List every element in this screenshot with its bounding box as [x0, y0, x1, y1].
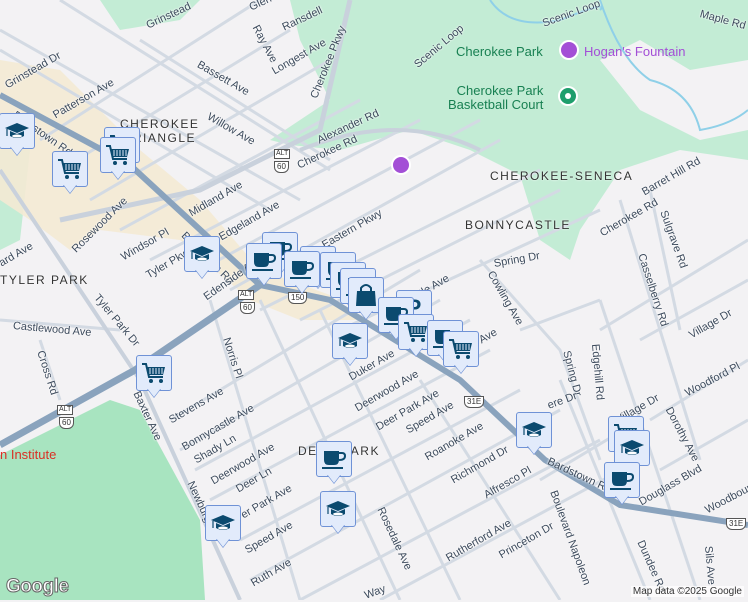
- graduation-cap-icon: [325, 496, 351, 522]
- us-31e-shield: 31E: [464, 396, 485, 408]
- alt-route-badge: ALT: [238, 290, 255, 300]
- grocery-marker[interactable]: [52, 151, 88, 195]
- graduation-cap-icon: [210, 510, 236, 536]
- school-marker[interactable]: [320, 491, 356, 535]
- coffee-cup-icon: [251, 248, 277, 274]
- grocery-marker[interactable]: [136, 355, 172, 399]
- camera-pin-icon[interactable]: [559, 40, 579, 60]
- google-logo: Google: [5, 576, 69, 598]
- shopping-cart-icon: [448, 336, 474, 362]
- us-60-shield: 60: [274, 161, 289, 173]
- label-line: Cherokee Park: [456, 83, 544, 98]
- cafe-marker[interactable]: [604, 462, 640, 506]
- poi-institute[interactable]: n Institute: [0, 447, 56, 462]
- shopping-cart-icon: [105, 142, 131, 168]
- park-label-basketball-court[interactable]: Cherokee Park Basketball Court: [448, 84, 543, 112]
- graduation-cap-icon: [521, 417, 547, 443]
- graduation-cap-icon: [619, 435, 645, 461]
- basketball-court-pin-icon[interactable]: [558, 86, 578, 106]
- us-60-shield: 60: [59, 417, 74, 429]
- label-line: Basketball Court: [448, 97, 544, 112]
- alt-route-badge: ALT: [57, 405, 74, 415]
- school-marker[interactable]: [516, 412, 552, 456]
- school-marker[interactable]: [205, 505, 241, 549]
- neighborhood-cherokee-seneca: CHEROKEE-SENECA: [490, 169, 634, 183]
- coffee-cup-icon: [289, 256, 315, 282]
- graduation-cap-icon: [4, 118, 30, 144]
- shopping-cart-icon: [57, 156, 83, 182]
- us-60-shield: 60: [240, 302, 255, 314]
- poi-hogans-fountain[interactable]: Hogan's Fountain: [584, 44, 686, 59]
- us-31e-shield: 31E: [726, 518, 747, 530]
- shopping-bag-icon: [353, 282, 379, 308]
- neighborhood-tyler-park: TYLER PARK: [0, 273, 89, 287]
- cafe-marker[interactable]: [246, 243, 282, 287]
- cafe-marker[interactable]: [284, 251, 320, 295]
- grocery-marker[interactable]: [100, 137, 136, 181]
- school-marker[interactable]: [0, 113, 35, 157]
- coffee-cup-icon: [609, 467, 635, 493]
- monument-pin-icon[interactable]: [391, 155, 411, 175]
- school-marker[interactable]: [332, 323, 368, 367]
- map-attribution[interactable]: Map data ©2025 Google: [630, 586, 744, 597]
- grocery-marker[interactable]: [443, 331, 479, 375]
- graduation-cap-icon: [189, 241, 215, 267]
- shopping-cart-icon: [403, 319, 429, 345]
- alt-route-badge: ALT: [274, 149, 291, 159]
- coffee-cup-icon: [321, 446, 347, 472]
- cafe-marker[interactable]: [316, 441, 352, 485]
- shopping-cart-icon: [141, 360, 167, 386]
- neighborhood-bonnycastle: BONNYCASTLE: [465, 218, 571, 232]
- park-label-cherokee-park[interactable]: Cherokee Park: [456, 45, 543, 59]
- school-marker[interactable]: [184, 236, 220, 280]
- graduation-cap-icon: [337, 328, 363, 354]
